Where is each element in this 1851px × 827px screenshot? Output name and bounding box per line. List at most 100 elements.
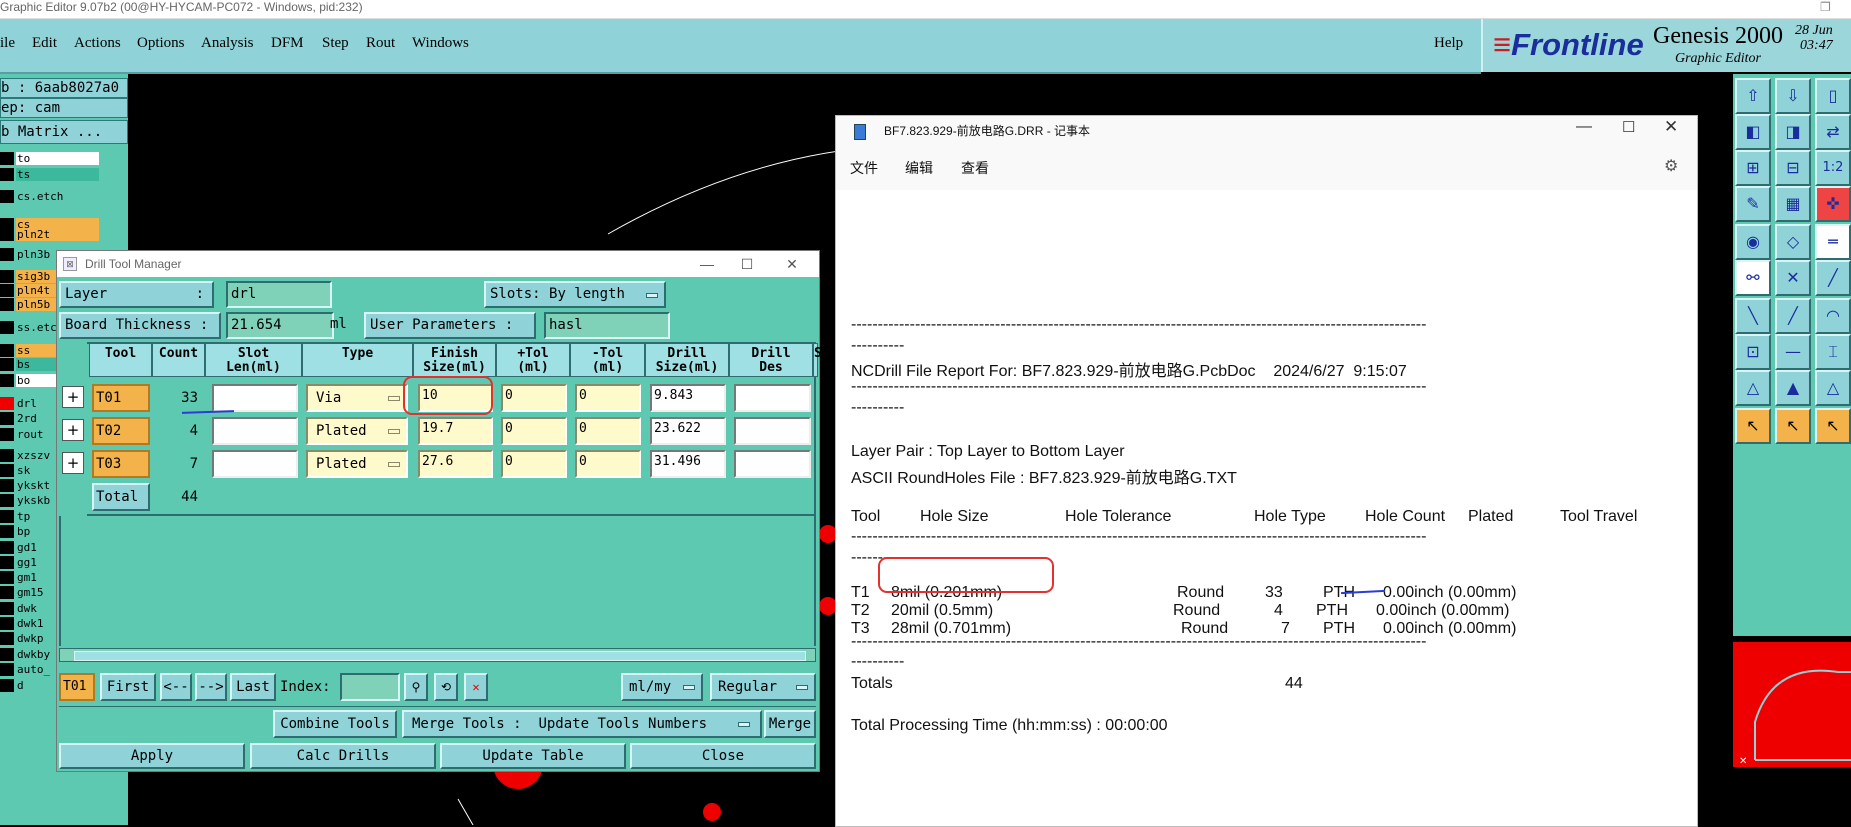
layer-affected-box[interactable] [0,449,14,462]
table-scrollbar[interactable] [59,648,816,662]
layer-affected-box[interactable] [0,464,14,477]
diagonal-icon[interactable]: ╱ [1775,298,1811,334]
bracket-icon[interactable]: ⌶ [1815,334,1851,370]
user-params-field[interactable]: hasl [544,312,670,339]
menu-actions[interactable]: Actions [74,35,121,52]
merge-tools-option[interactable]: Merge Tools : Update Tools Numbers [402,710,762,738]
apply-button[interactable]: Apply [59,743,245,769]
prev-button[interactable]: <-- [160,673,192,701]
layer-affected-box[interactable] [0,298,14,311]
menu-help[interactable]: Help [1434,35,1463,52]
layer-item[interactable]: ts [16,168,99,181]
layer-affected-box[interactable] [0,510,14,523]
right-frame-icon[interactable]: ◨ [1775,114,1811,150]
preview-pane[interactable]: ✕ [1733,642,1851,767]
drill-size-field[interactable]: 31.496 [650,450,726,478]
slot-len-field[interactable] [212,384,298,412]
restore-icon[interactable]: ❐ [1820,0,1831,15]
pad-icon[interactable]: ⊡ [1735,334,1771,370]
close-icon[interactable]: ✕ [772,251,812,277]
layer-affected-box[interactable] [0,541,14,554]
drill-des-field[interactable] [734,417,811,445]
layer-affected-box[interactable] [0,648,14,661]
triangle-icon[interactable]: △ [1735,370,1771,406]
expand-icon[interactable]: + [62,452,84,474]
menu-analysis[interactable]: Analysis [201,35,254,52]
units-option[interactable]: ml/my [621,673,703,701]
scrollbar-thumb[interactable] [74,651,806,661]
one-to-two-icon[interactable]: 1:2 [1815,150,1851,186]
layer-affected-box[interactable] [0,556,14,569]
layer-affected-box[interactable] [0,321,14,334]
layer-affected-box[interactable] [0,228,14,241]
combine-tools-button[interactable]: Combine Tools [273,710,397,738]
calc-drills-button[interactable]: Calc Drills [250,743,436,769]
merge-button[interactable]: Merge [764,710,816,738]
triangle-a-icon[interactable]: ▲ [1775,370,1811,406]
plus-tol-field[interactable]: 0 [501,450,567,478]
layer-affected-box[interactable] [0,663,14,676]
layer-affected-box[interactable] [0,152,14,165]
down-arrow-icon[interactable]: ⇩ [1775,78,1811,114]
menu-file[interactable]: 文件 [850,158,878,178]
layer-affected-box[interactable] [0,571,14,584]
menu-windows[interactable]: Windows [412,35,469,52]
pointer-icon[interactable]: ↖ [1735,408,1771,444]
slots-option[interactable]: Slots: By length [484,281,666,308]
matrix-button[interactable]: b Matrix ... [0,120,128,144]
connect-icon[interactable]: ⚯ [1735,260,1771,296]
update-table-button[interactable]: Update Table [440,743,626,769]
plus-tol-field[interactable]: 0 [501,384,567,412]
mode-option[interactable]: Regular [710,673,816,701]
slot-len-field[interactable] [212,417,298,445]
minus-icon[interactable]: — [1775,334,1811,370]
layer-affected-box[interactable] [0,525,14,538]
type-option[interactable]: Via [306,384,408,412]
menu-options[interactable]: Options [137,35,185,52]
line-icon[interactable]: ╱ [1815,260,1851,296]
zoom-out-icon[interactable]: ⊟ [1775,150,1811,186]
minus-tol-field[interactable]: 0 [575,450,641,478]
minimize-icon[interactable]: — [1576,118,1592,136]
shape-icon[interactable]: ◇ [1775,224,1811,260]
notepad-text-area[interactable]: ----------------------------------------… [836,190,1697,826]
type-option[interactable]: Plated [306,417,408,445]
swap-icon[interactable]: ⇄ [1815,114,1851,150]
grid-icon[interactable]: ▦ [1775,186,1811,222]
layer-affected-box[interactable] [0,270,14,283]
layer-item[interactable]: pln2t [16,228,99,241]
layer-item[interactable]: to [16,152,99,165]
layer-affected-box[interactable] [0,586,14,599]
layer-affected-box[interactable] [0,358,14,371]
layer-affected-box[interactable] [0,190,14,203]
drill-des-field[interactable] [734,450,811,478]
layer-affected-box[interactable] [0,679,14,692]
layer-affected-box[interactable] [0,632,14,645]
finish-size-field[interactable]: 19.7 [418,417,493,445]
minimize-icon[interactable]: — [687,251,727,277]
fit-icon[interactable]: ▯ [1815,78,1851,114]
index-field[interactable] [340,673,400,701]
minus-tol-field[interactable]: 0 [575,384,641,412]
layer-affected-box[interactable] [0,374,14,387]
layer-affected-box[interactable] [0,344,14,357]
maximize-icon[interactable]: ☐ [1622,118,1635,136]
first-button[interactable]: First [100,673,156,701]
layer-affected-box[interactable] [0,412,14,425]
maximize-icon[interactable]: ☐ [727,251,767,277]
select-box-icon[interactable]: ↖ [1815,408,1851,444]
layer-field[interactable]: drl [226,281,332,308]
layer-affected-box[interactable] [0,617,14,630]
minus-tol-field[interactable]: 0 [575,417,641,445]
refresh-icon[interactable]: ⟲ [434,673,458,701]
left-frame-icon[interactable]: ◧ [1735,114,1771,150]
up-arrow-icon[interactable]: ⇧ [1735,78,1771,114]
last-button[interactable]: Last [230,673,276,701]
layer-affected-box[interactable] [0,284,14,297]
menu-edit[interactable]: Edit [32,35,57,52]
expand-icon[interactable]: + [62,386,84,408]
layer-affected-box[interactable] [0,168,14,181]
slot-len-field[interactable] [212,450,298,478]
cross-icon[interactable]: ✕ [1775,260,1811,296]
arc-icon[interactable]: ◠ [1815,298,1851,334]
